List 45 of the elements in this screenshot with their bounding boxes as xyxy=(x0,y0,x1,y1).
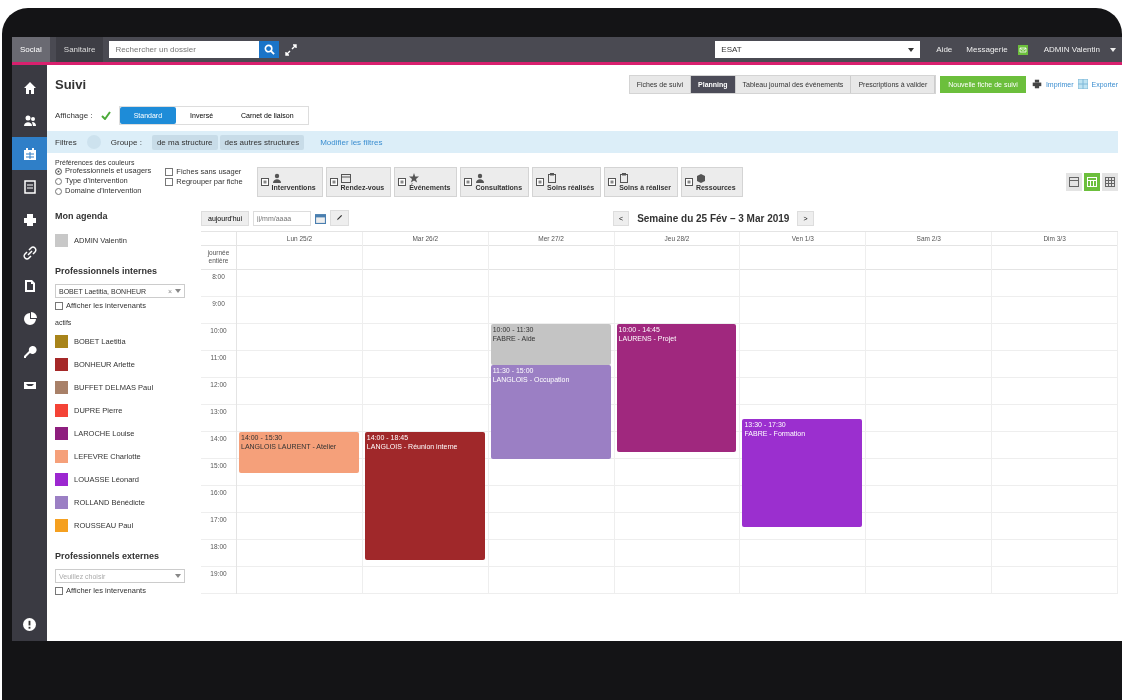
calendar-icon xyxy=(22,146,37,161)
month-view-button[interactable] xyxy=(1102,173,1118,191)
calendar-icon xyxy=(340,173,351,183)
search-field[interactable]: Rechercher un dossier xyxy=(109,41,260,58)
home-icon xyxy=(22,80,37,95)
help-link[interactable]: Aide xyxy=(936,45,953,54)
clipboard-icon xyxy=(547,173,558,183)
filter-chip[interactable]: de ma structure xyxy=(151,134,218,150)
expand-icon[interactable] xyxy=(285,43,298,56)
user-menu[interactable]: ADMIN Valentin xyxy=(1043,45,1100,54)
box-icon xyxy=(695,173,706,183)
key-icon xyxy=(22,344,37,359)
mail-icon[interactable] xyxy=(1017,44,1028,55)
section-heading: Professionnels externes xyxy=(55,551,160,561)
filter-chip[interactable]: des autres structures xyxy=(219,134,305,150)
person-icon xyxy=(271,173,282,183)
users-icon xyxy=(22,113,37,128)
person-icon xyxy=(475,173,486,183)
link-icon xyxy=(22,245,37,260)
messages-link[interactable]: Messagerie xyxy=(966,45,1008,54)
group-label: Groupe : xyxy=(110,137,142,147)
top-tab[interactable]: Sanitaire xyxy=(55,37,104,62)
section-heading: Professionnels internes xyxy=(55,266,158,276)
caret-icon xyxy=(1110,47,1116,52)
caret-icon xyxy=(175,289,181,293)
section-heading: Mon agenda xyxy=(55,211,108,221)
day-view-button[interactable] xyxy=(1066,173,1082,191)
search-button[interactable] xyxy=(259,41,280,58)
establishment-select[interactable]: ESAT xyxy=(715,41,921,58)
calendar-icon[interactable] xyxy=(315,212,327,224)
top-tab[interactable]: Social xyxy=(12,37,50,62)
check-icon xyxy=(100,110,111,120)
page-title: Suivi xyxy=(55,76,87,92)
clipboard-icon xyxy=(619,173,630,183)
display-label: Affichage : xyxy=(55,110,93,120)
star-icon xyxy=(409,173,420,183)
caret-icon xyxy=(908,47,915,52)
week-title: Semaine du 25 Fév – 3 Mar 2019 xyxy=(637,212,790,224)
pie-icon xyxy=(22,311,37,326)
filters-label: Filtres xyxy=(55,137,77,147)
info-icon[interactable] xyxy=(23,618,36,631)
pencil-icon xyxy=(336,214,344,221)
document-icon xyxy=(22,179,37,194)
caret-icon xyxy=(175,574,181,578)
file-icon xyxy=(22,278,37,293)
